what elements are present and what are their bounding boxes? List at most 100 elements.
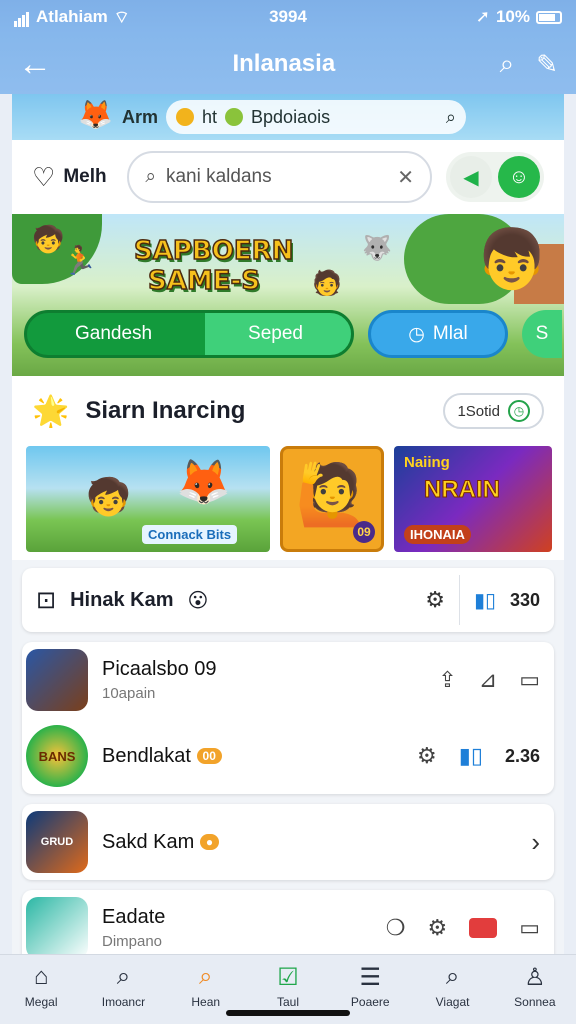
nav-label: Megal bbox=[24, 995, 58, 1009]
top-search-pill[interactable]: ht Bpdoiaois ⌕ bbox=[166, 100, 467, 134]
share-icon[interactable]: ⇪ bbox=[438, 667, 456, 693]
search-input[interactable]: ⌕ kani kaldans ✕ bbox=[127, 151, 432, 203]
heart-icon[interactable]: ♡ bbox=[32, 162, 55, 193]
nav-label: Sonnea bbox=[514, 995, 556, 1009]
status-right: ➚ 10% bbox=[362, 7, 562, 27]
item-title: Eadate bbox=[102, 906, 166, 928]
tile-subtitle: IHONAIA bbox=[404, 525, 471, 544]
clock-icon: ◷ bbox=[408, 323, 425, 345]
search-placeholder: kani kaldans bbox=[165, 166, 272, 187]
character-icon: 🐺 bbox=[362, 235, 392, 262]
action-toggle: ◀ ☺ bbox=[446, 152, 544, 202]
item-text: Picaalsbo 09 10apain bbox=[102, 658, 424, 702]
nav-label: Hean bbox=[191, 995, 221, 1009]
list-item[interactable]: Picaalsbo 09 10apain ⇪ ⊿ ▭ bbox=[22, 642, 554, 718]
item-title: Bendlakat bbox=[102, 744, 191, 767]
nav-item-megal[interactable]: ⌂ Megal bbox=[5, 963, 77, 1009]
back-arrow-icon[interactable]: ← bbox=[18, 45, 68, 84]
tile-label: Connack Bits bbox=[142, 525, 238, 544]
list-item[interactable]: Eadate Dimpano ❍ ⚙ ▭ bbox=[22, 890, 554, 954]
main-content: 🦊 Arm ht Bpdoiaois ⌕ ♡ Melh ⌕ kani kalda… bbox=[12, 94, 564, 954]
search-icon[interactable]: ⌕ bbox=[500, 48, 515, 80]
search-icon: ⌕ bbox=[198, 963, 213, 990]
fox-mascot-icon: 🦊 bbox=[78, 99, 113, 130]
carousel-tile[interactable]: 🙋 09 bbox=[280, 446, 384, 552]
hero-banner[interactable]: 🧒 🏃 🐺 🧑 👦 SAPBOERN SAME-S Gandesh Seped … bbox=[12, 214, 564, 376]
magnifier-icon: ⌕ bbox=[445, 106, 457, 127]
chevron-right-icon[interactable]: › bbox=[531, 827, 540, 858]
game-icon: BANS bbox=[26, 725, 88, 787]
settings-icon[interactable]: ⚙ bbox=[417, 743, 437, 769]
nav-item-sonnea[interactable]: ♙ Sonnea bbox=[499, 963, 571, 1009]
nav-item-imoancr[interactable]: ⌕ Imoancr bbox=[87, 963, 159, 1009]
pill-text-2: Bpdoiaois bbox=[251, 106, 331, 127]
smile-icon[interactable]: ☺ bbox=[498, 156, 540, 198]
tag-icon[interactable]: ⊿ bbox=[479, 667, 497, 693]
item-title: Hinak Kam bbox=[70, 588, 174, 611]
notification-icon[interactable]: ▭ bbox=[519, 915, 540, 941]
bookmark-icon[interactable]: ▭ bbox=[519, 667, 540, 693]
item-text: Bendlakat 00 bbox=[102, 745, 403, 768]
search-icon: ⌕ bbox=[445, 963, 460, 990]
search-icon: ⌕ bbox=[145, 166, 156, 187]
nav-item-taul[interactable]: ☑ Taul bbox=[252, 963, 324, 1009]
divider bbox=[458, 575, 460, 625]
hint-icon[interactable]: ❍ bbox=[386, 915, 406, 941]
carousel-tile[interactable]: 🧒 🦊 Connack Bits bbox=[26, 446, 270, 552]
game-icon bbox=[26, 897, 88, 954]
character-face-icon: 🙋 bbox=[295, 461, 370, 528]
character-icon: 🧒 bbox=[32, 224, 65, 254]
coin-badge: 00 bbox=[196, 748, 222, 765]
coin-icon bbox=[176, 108, 195, 126]
top-sky-bar: 🦊 Arm ht Bpdoiaois ⌕ bbox=[12, 94, 564, 140]
game-icon bbox=[26, 649, 88, 711]
play-icon[interactable] bbox=[469, 918, 498, 938]
clear-icon[interactable]: ✕ bbox=[397, 165, 414, 190]
item-title: Sakd Kam bbox=[102, 830, 195, 853]
nav-item-poaere[interactable]: ☰ Poaere bbox=[334, 963, 406, 1009]
games-card: Picaalsbo 09 10apain ⇪ ⊿ ▭ BANS Bendlaka… bbox=[22, 642, 554, 794]
settings-icon[interactable]: ⚙ bbox=[425, 587, 445, 613]
item-stat: 2.36 bbox=[504, 745, 540, 766]
tab-more[interactable]: S bbox=[522, 310, 562, 358]
chat-icon: ⊡ bbox=[36, 586, 57, 614]
list-item[interactable]: ⊡ Hinak Kam 😮 ⚙ ▮▯ 330 bbox=[22, 568, 554, 632]
tab-label: Seped bbox=[248, 323, 303, 344]
signal-icon bbox=[14, 7, 30, 27]
list-icon: ☰ bbox=[359, 964, 382, 991]
page-title: Inlanasia bbox=[232, 50, 336, 77]
battery-label: 10% bbox=[495, 7, 530, 26]
row-actions: ⚙ ▮▯ 2.36 bbox=[417, 743, 540, 769]
app-bar: ← Inlanasia ⌕ ✎ bbox=[0, 34, 576, 94]
list-item[interactable]: BANS Bendlakat 00 ⚙ ▮▯ 2.36 bbox=[22, 718, 554, 794]
edit-icon[interactable]: ✎ bbox=[536, 49, 558, 80]
tile-title-2: NRAIN bbox=[424, 476, 501, 504]
tab-gandesh-seped[interactable]: Gandesh Seped bbox=[24, 310, 354, 358]
row-actions: ❍ ⚙ ▭ bbox=[386, 915, 540, 941]
gem-icon bbox=[225, 108, 244, 126]
filter-button[interactable]: 1Sotid ◷ bbox=[443, 393, 544, 429]
nav-item-viagat[interactable]: ⌕ Viagat bbox=[417, 963, 489, 1009]
check-icon: ☑ bbox=[277, 964, 299, 991]
megaphone-icon[interactable]: ◀ bbox=[450, 156, 492, 198]
settings-icon[interactable]: ⚙ bbox=[427, 915, 447, 941]
carousel-tile[interactable]: Naiing NRAIN IHONAIA bbox=[394, 446, 552, 552]
battery-icon bbox=[536, 10, 562, 24]
tile-title: Naiing bbox=[404, 454, 450, 471]
search-row: ♡ Melh ⌕ kani kaldans ✕ ◀ ☺ bbox=[12, 140, 564, 214]
clock-icon: ◷ bbox=[508, 400, 530, 422]
tab-label: Gandesh bbox=[74, 323, 153, 344]
wifi-icon: ⌔ bbox=[113, 7, 130, 27]
tab-label: S bbox=[535, 323, 549, 344]
pill-text: ht bbox=[202, 106, 218, 127]
person-icon: ♙ bbox=[524, 964, 546, 991]
appbar-actions: ⌕ ✎ bbox=[500, 48, 558, 80]
character-icon: 🏃 bbox=[62, 245, 97, 276]
filter-label: 1Sotid bbox=[457, 402, 500, 420]
nav-item-hean[interactable]: ⌕ Hean bbox=[170, 963, 242, 1009]
item-subtitle: 10apain bbox=[102, 685, 156, 702]
list-item[interactable]: GRUD Sakd Kam ● › bbox=[22, 804, 554, 880]
tab-mlal[interactable]: ◷ Mlal bbox=[368, 310, 508, 358]
game-list: ⊡ Hinak Kam 😮 ⚙ ▮▯ 330 Picaalsbo 09 10ap… bbox=[12, 560, 564, 954]
favorites-label[interactable]: Melh bbox=[63, 166, 113, 188]
